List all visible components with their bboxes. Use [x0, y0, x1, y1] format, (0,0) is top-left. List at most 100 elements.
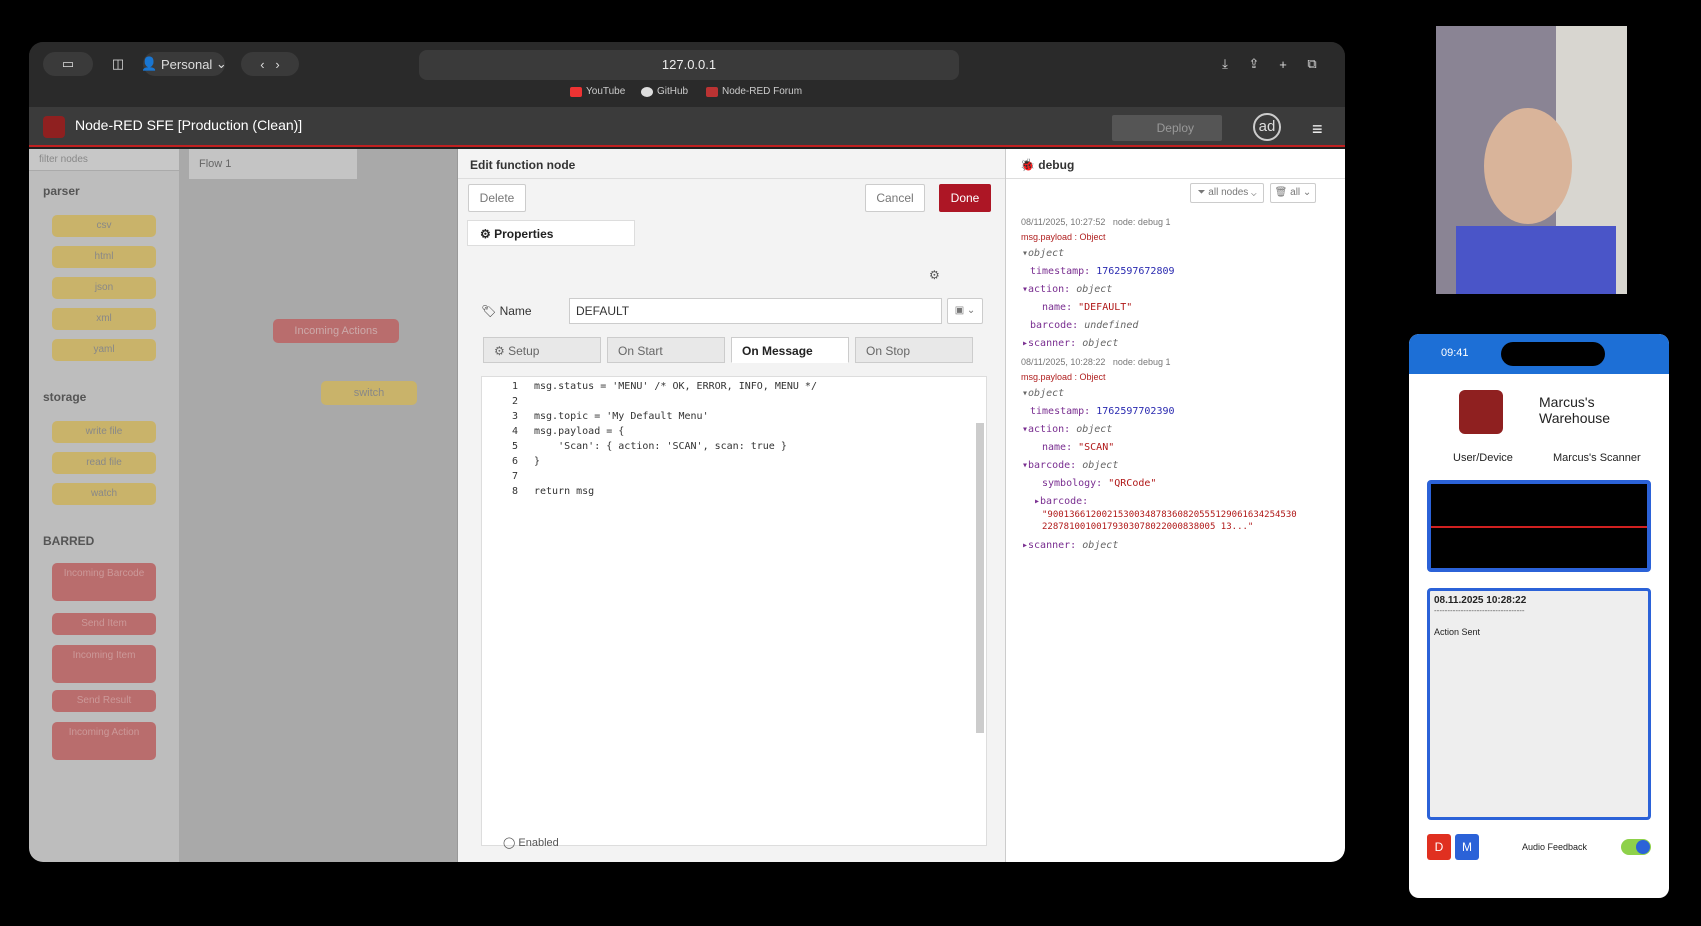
- workspace-node[interactable]: switch: [321, 381, 417, 405]
- device-name: Marcus's Scanner: [1553, 452, 1641, 464]
- d-button[interactable]: D: [1427, 834, 1451, 860]
- line-number: 2: [511, 396, 518, 407]
- palette-node[interactable]: xml: [52, 308, 156, 330]
- debug-title: debug: [1038, 158, 1075, 172]
- palette-node[interactable]: Send Result: [52, 690, 156, 712]
- log-separator: ----------------------------------: [1434, 606, 1525, 615]
- line-number: 7: [511, 471, 518, 482]
- line-number: 8: [511, 486, 518, 497]
- code-scrollbar[interactable]: [976, 423, 984, 733]
- settings-icon[interactable]: ⚙: [929, 268, 940, 282]
- profile-button[interactable]: 👤 Personal ⌄: [141, 52, 227, 76]
- category-header[interactable]: BARRED: [29, 534, 108, 548]
- palette-node[interactable]: write file: [52, 421, 156, 443]
- warehouse-name: Marcus's Warehouse: [1539, 394, 1611, 426]
- share-icon[interactable]: ⇪: [1244, 54, 1264, 74]
- name-input[interactable]: DEFAULT: [569, 298, 942, 324]
- code-text: }: [534, 456, 541, 467]
- phone-time: 09:41: [1441, 347, 1469, 359]
- debug-field: name: "SCAN": [1042, 442, 1115, 453]
- audio-feedback-label: Audio Feedback: [1522, 842, 1588, 852]
- nodered-icon: [706, 86, 718, 97]
- debug-type[interactable]: msg.payload : Object: [1021, 232, 1106, 242]
- tab-on-stop[interactable]: On Stop: [855, 337, 973, 363]
- tabs-icon[interactable]: ⧉: [1302, 54, 1322, 74]
- nodered-logo-icon: [43, 116, 65, 138]
- debug-field: timestamp: 1762597702390: [1030, 406, 1175, 417]
- nodered-logo-icon: [1459, 390, 1503, 434]
- download-icon[interactable]: ⤓: [1215, 54, 1235, 74]
- debug-field[interactable]: ▸scanner: object: [1022, 338, 1118, 349]
- debug-field[interactable]: ▸barcode:: [1034, 496, 1088, 507]
- m-button[interactable]: M: [1455, 834, 1479, 860]
- bookmark-github[interactable]: GitHub: [641, 86, 688, 97]
- user-device-label: User/Device: [1453, 452, 1513, 464]
- delete-button[interactable]: Delete: [468, 184, 526, 212]
- new-tab-icon[interactable]: +: [1273, 54, 1293, 74]
- camera-viewfinder[interactable]: [1427, 480, 1651, 572]
- cancel-button[interactable]: Cancel: [865, 184, 925, 212]
- debug-field[interactable]: ▾action: object: [1022, 284, 1112, 295]
- tab-flow-1[interactable]: Flow 1: [189, 149, 357, 179]
- done-button[interactable]: Done: [939, 184, 991, 212]
- address-bar[interactable]: 127.0.0.1: [419, 50, 959, 80]
- tab-setup[interactable]: ⚙ Setup: [483, 337, 601, 363]
- clear-dropdown[interactable]: 🗑 all ⌄: [1270, 183, 1316, 203]
- palette-node[interactable]: Incoming Action: [52, 722, 156, 760]
- enabled-label: Enabled: [518, 837, 559, 849]
- category-header[interactable]: storage: [29, 390, 100, 404]
- properties-label: Properties: [494, 227, 554, 241]
- bookmark-youtube[interactable]: YouTube: [570, 86, 625, 97]
- nav-back-forward[interactable]: ‹ ›: [241, 52, 299, 76]
- tab-on-start[interactable]: On Start: [607, 337, 725, 363]
- node-palette: filter nodes parser csv html json xml ya…: [29, 149, 179, 862]
- clear-label: all: [1290, 187, 1301, 198]
- category-header[interactable]: parser: [29, 184, 94, 198]
- palette-node[interactable]: csv: [52, 215, 156, 237]
- filter-nodes-dropdown[interactable]: ⏷ all nodes ⌄: [1190, 183, 1264, 203]
- debug-value: "SCAN": [1078, 442, 1115, 453]
- debug-value: 22878100100179303078022000838005 13...": [1042, 522, 1254, 532]
- audio-feedback-toggle[interactable]: [1621, 839, 1651, 855]
- palette-node[interactable]: Send Item: [52, 613, 156, 635]
- icon-select-button[interactable]: ▣ ⌄: [947, 298, 983, 324]
- palette-node[interactable]: watch: [52, 483, 156, 505]
- code-text: msg.topic = 'My Default Menu': [534, 411, 709, 422]
- debug-field[interactable]: ▸scanner: object: [1022, 540, 1118, 551]
- user-avatar[interactable]: ad: [1253, 113, 1281, 141]
- palette-node[interactable]: Incoming Barcode: [52, 563, 156, 601]
- debug-meta: 08/11/2025, 10:27:52 node: debug 1: [1021, 217, 1171, 227]
- code-text: return msg: [534, 486, 595, 497]
- browser-window: ▭ ◫ 👤 Personal ⌄ ‹ › 127.0.0.1 ⤓ ⇪ + ⧉ Y…: [29, 42, 1345, 862]
- tab-label: Setup: [508, 344, 540, 358]
- debug-type[interactable]: msg.payload : Object: [1021, 372, 1106, 382]
- bookmark-label: YouTube: [586, 86, 626, 97]
- code-editor[interactable]: 1 msg.status = 'MENU' /* OK, ERROR, INFO…: [481, 376, 987, 846]
- bookmark-label: Node-RED Forum: [722, 86, 803, 97]
- debug-field[interactable]: ▾action: object: [1022, 424, 1112, 435]
- tab-on-message[interactable]: On Message: [731, 337, 849, 363]
- workspace-node[interactable]: Incoming Actions: [273, 319, 399, 343]
- tree-object[interactable]: ▾object: [1022, 248, 1064, 259]
- tree-object[interactable]: ▾object: [1022, 388, 1064, 399]
- tab-overview-icon[interactable]: ◫: [106, 52, 130, 76]
- enabled-toggle[interactable]: ◯ Enabled: [503, 836, 559, 849]
- deploy-button[interactable]: Deploy: [1112, 115, 1222, 141]
- person-image: [1436, 26, 1627, 294]
- code-line: }: [534, 456, 540, 467]
- bookmark-nodered-forum[interactable]: Node-RED Forum: [706, 86, 802, 97]
- sidebar-toggle-icon[interactable]: ▭: [43, 52, 93, 76]
- palette-node[interactable]: html: [52, 246, 156, 268]
- palette-node[interactable]: read file: [52, 452, 156, 474]
- filter-nodes-input[interactable]: filter nodes: [29, 149, 179, 171]
- github-icon: [641, 86, 653, 97]
- hamburger-menu-icon[interactable]: ≡: [1312, 119, 1323, 140]
- tab-properties[interactable]: ⚙ Properties: [467, 220, 635, 246]
- debug-field[interactable]: ▾barcode: object: [1022, 460, 1118, 471]
- debug-tab[interactable]: 🐞 debug: [1006, 149, 1345, 179]
- palette-node[interactable]: json: [52, 277, 156, 299]
- phone-status-bar: 09:41: [1409, 334, 1669, 374]
- palette-node[interactable]: Incoming Item: [52, 645, 156, 683]
- flow-workspace[interactable]: Incoming Actions switch: [179, 149, 457, 862]
- palette-node[interactable]: yaml: [52, 339, 156, 361]
